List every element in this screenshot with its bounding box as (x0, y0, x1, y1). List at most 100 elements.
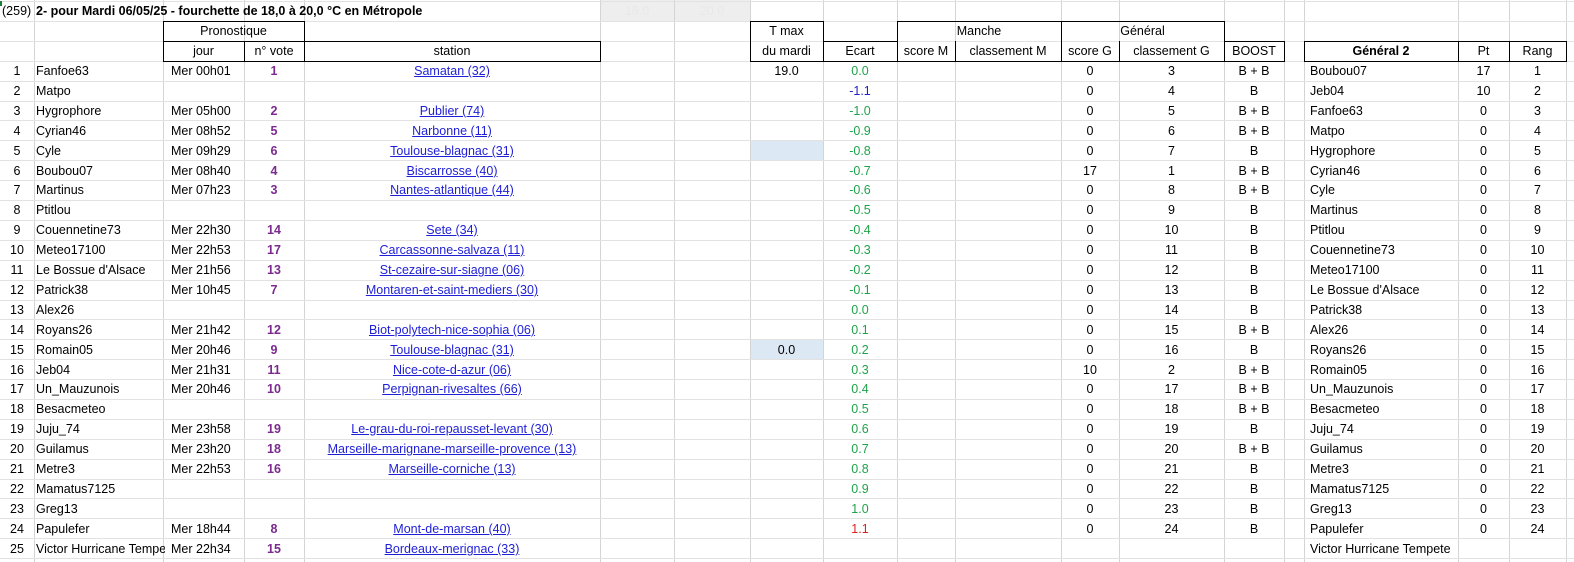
general2-rang: 17 (1530, 382, 1545, 396)
header-tmax-bottom: du mardi (762, 44, 811, 58)
station-link[interactable] (304, 81, 600, 101)
general2-rang: 21 (1530, 462, 1545, 476)
boost-value: B + B (1238, 164, 1270, 178)
table-row[interactable]: 22 Mamatus7125 0.9 0 22 B Mamatus7125 0 22 (0, 479, 1566, 499)
general2-rang: 23 (1530, 502, 1545, 516)
row-number: 3 (13, 104, 21, 118)
station-link[interactable]: Nice-cote-d-azur (06) (304, 360, 600, 380)
station-link[interactable]: Toulouse-blagnac (31) (304, 340, 600, 360)
ecart-value: 0.7 (851, 442, 869, 456)
row-number: 5 (13, 144, 21, 158)
table-row[interactable]: 20 Guilamus Mer 23h20 18 Marseille-marignane… (0, 439, 1566, 459)
tmax-value (750, 300, 823, 320)
table-row[interactable]: 8 Ptitlou -0.5 0 9 B Martinus 0 8 (0, 200, 1566, 220)
station-link[interactable]: St-cezaire-sur-siagne (06) (304, 260, 600, 280)
participant-name: Jeb04 (36, 363, 71, 377)
table-row[interactable]: 14 Royans26 Mer 21h42 12 Biot-polytech-nice-… (0, 320, 1566, 340)
score-g: 0 (1086, 124, 1094, 138)
station-link[interactable] (304, 200, 600, 220)
table-row[interactable]: 1 Fanfoe63 Mer 00h01 1 Samatan (32) 19.0 0.0 0 3… (0, 61, 1566, 81)
participant-name: Patrick38 (36, 283, 89, 297)
station-link[interactable]: Biscarrosse (40) (304, 161, 600, 181)
table-row[interactable]: 6 Boubou07 Mer 08h40 4 Biscarrosse (40) -0.7 1… (0, 161, 1566, 181)
station-link[interactable] (304, 499, 600, 519)
header-manche: Manche (956, 24, 1002, 38)
classement-g: 22 (1164, 482, 1179, 496)
table-row[interactable]: 15 Romain05 Mer 20h46 9 Toulouse-blagnac (31… (0, 340, 1566, 360)
header-rang: Rang (1522, 44, 1553, 58)
score-g: 0 (1086, 144, 1094, 158)
boost-value: B (1249, 263, 1259, 277)
table-row[interactable]: 17 Un_Mauzunois Mer 20h46 10 Perpignan-rives… (0, 379, 1566, 399)
station-link[interactable] (304, 300, 600, 320)
row-number: 7 (13, 183, 21, 197)
forecast-day: Mer 07h23 (171, 183, 231, 197)
station-link[interactable]: Carcassonne-salvaza (11) (304, 240, 600, 260)
table-row[interactable]: 24 Papulefer Mer 18h44 8 Mont-de-marsan (40)… (0, 519, 1566, 539)
classement-g: 18 (1164, 402, 1179, 416)
forecast-day (163, 200, 244, 220)
table-row[interactable]: 11 Le Bossue d'Alsace Mer 21h56 13 St-cezair… (0, 260, 1566, 280)
station-link[interactable]: Le-grau-du-roi-repausset-levant (30) (304, 419, 600, 439)
station-link[interactable]: Marseille-marignane-marseille-provence (… (304, 439, 600, 459)
general2-pt: 0 (1480, 363, 1487, 377)
station-link[interactable]: Publier (74) (304, 101, 600, 121)
score-g (1061, 539, 1119, 559)
table-row[interactable]: 19 Juju_74 Mer 23h58 19 Le-grau-du-roi-repau… (0, 419, 1566, 439)
station-link[interactable] (304, 399, 600, 419)
row-number: 22 (10, 482, 24, 496)
station-link[interactable]: Samatan (32) (304, 61, 600, 81)
general2-pt: 0 (1480, 203, 1487, 217)
table-row[interactable]: 21 Metre3 Mer 22h53 16 Marseille-corniche (1… (0, 459, 1566, 479)
tmax-value (750, 479, 823, 499)
station-link[interactable] (304, 479, 600, 499)
station-link[interactable]: Mont-de-marsan (40) (304, 519, 600, 539)
station-link[interactable]: Montaren-et-saint-mediers (30) (304, 280, 600, 300)
boost-value: B (1249, 84, 1259, 98)
boost-value: B (1249, 283, 1259, 297)
table-row[interactable]: 5 Cyle Mer 09h29 6 Toulouse-blagnac (31) -0.8… (0, 141, 1566, 161)
tmax-value (750, 320, 823, 340)
station-link[interactable]: Bordeaux-merignac (33) (304, 539, 600, 559)
tmax-value (750, 141, 823, 161)
row-number: 16 (10, 363, 24, 377)
boost-value (1224, 539, 1284, 559)
table-row[interactable]: 16 Jeb04 Mer 21h31 11 Nice-cote-d-azur (06) 0… (0, 360, 1566, 380)
cell-marker (0, 1, 2, 6)
station-link[interactable]: Toulouse-blagnac (31) (304, 141, 600, 161)
general2-pt: 0 (1480, 382, 1487, 396)
general2-box-right (1566, 41, 1567, 61)
table-row[interactable]: 4 Cyrian46 Mer 08h52 5 Narbonne (11) -0.9 0 6 B … (0, 121, 1566, 141)
classement-g: 10 (1164, 223, 1179, 237)
table-row[interactable]: 12 Patrick38 Mer 10h45 7 Montaren-et-saint-m… (0, 280, 1566, 300)
table-row[interactable]: 7 Martinus Mer 07h23 3 Nantes-atlantique (44… (0, 180, 1566, 200)
station-link[interactable]: Marseille-corniche (13) (304, 459, 600, 479)
boost-value: B + B (1238, 323, 1270, 337)
table-row[interactable]: 10 Meteo17100 Mer 22h53 17 Carcassonne-salva… (0, 240, 1566, 260)
table-row[interactable]: 9 Couennetine73 Mer 22h30 14 Sete (34) -0.4 0 1… (0, 220, 1566, 240)
table-row[interactable]: 3 Hygrophore Mer 05h00 2 Publier (74) -1.0 0 5 B… (0, 101, 1566, 121)
vote-number: 6 (270, 144, 278, 158)
station-link[interactable]: Sete (34) (304, 220, 600, 240)
table-row[interactable]: 25 Victor Hurricane Tempete Mer 22h34 15 Bor… (0, 539, 1566, 559)
table-row[interactable]: 18 Besacmeteo 0.5 0 18 B + B Besacmeteo 0 18 (0, 399, 1566, 419)
table-row[interactable]: 13 Alex26 0.0 0 14 B Patrick38 0 13 (0, 300, 1566, 320)
forecast-day: Mer 22h53 (171, 243, 231, 257)
station-link[interactable]: Nantes-atlantique (44) (304, 180, 600, 200)
station-link[interactable]: Perpignan-rivesaltes (66) (304, 379, 600, 399)
score-g: 0 (1086, 223, 1094, 237)
general2-pt: 0 (1480, 442, 1487, 456)
range-low: 18.0 (624, 4, 650, 18)
station-link[interactable]: Narbonne (11) (304, 121, 600, 141)
header-classement-m: classement M (969, 44, 1047, 58)
tmax-value (750, 439, 823, 459)
tmax-value: 19.0 (774, 64, 799, 78)
table-row[interactable]: 23 Greg13 1.0 0 23 B Greg13 0 23 (0, 499, 1566, 519)
ecart-value: 0.8 (851, 462, 869, 476)
tmax-value (750, 399, 823, 419)
vote-number: 14 (267, 223, 281, 237)
page-title: 2- pour Mardi 06/05/25 - fourchette de 1… (36, 4, 423, 18)
general2-rang: 22 (1530, 482, 1545, 496)
table-row[interactable]: 2 Matpo -1.1 0 4 B Jeb04 10 2 (0, 81, 1566, 101)
station-link[interactable]: Biot-polytech-nice-sophia (06) (304, 320, 600, 340)
